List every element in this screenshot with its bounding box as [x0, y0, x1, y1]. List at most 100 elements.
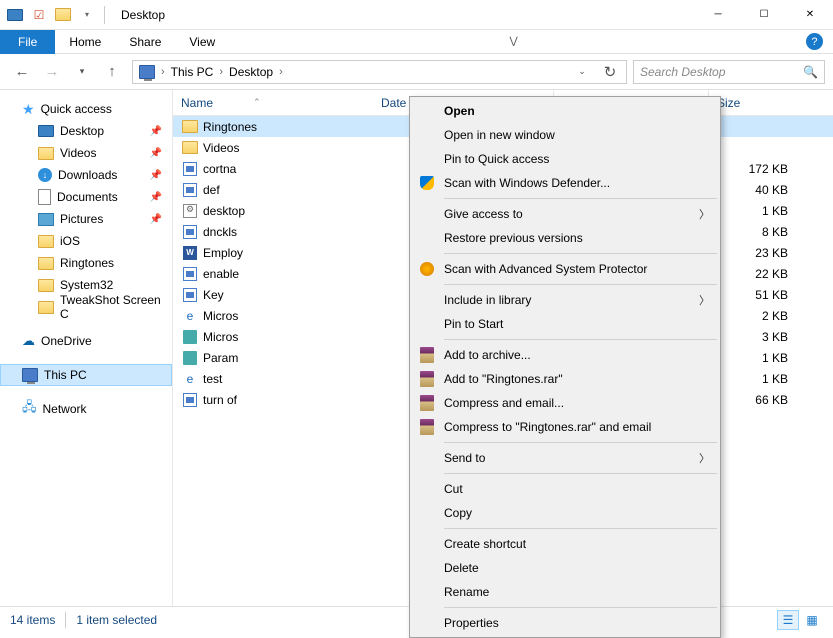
address-bar[interactable]: › This PC › Desktop › ⌄ ↻ [132, 60, 627, 84]
separator [444, 442, 717, 443]
close-button[interactable]: ✕ [787, 0, 833, 30]
cm-compress-email[interactable]: Compress and email... [412, 391, 718, 415]
search-icon[interactable]: 🔍 [803, 65, 818, 79]
sidebar-item-documents[interactable]: Documents📌 [0, 186, 172, 208]
search-input[interactable]: Search Desktop 🔍 [633, 60, 825, 84]
sidebar-onedrive[interactable]: ☁ OneDrive [0, 330, 172, 352]
file-name: Ringtones [203, 120, 373, 134]
sidebar-this-pc[interactable]: This PC [0, 364, 172, 386]
asp-icon [418, 260, 436, 278]
qat-dropdown-icon[interactable]: ▾ [76, 4, 98, 26]
file-name: turn of [203, 393, 373, 407]
separator [444, 607, 717, 608]
qat-newfolder-icon[interactable] [52, 4, 74, 26]
forward-button[interactable]: → [38, 60, 66, 84]
file-name: enable [203, 267, 373, 281]
cm-copy[interactable]: Copy [412, 501, 718, 525]
column-name[interactable]: Name⌃ [173, 96, 373, 110]
cm-pin-quick-access[interactable]: Pin to Quick access [412, 147, 718, 171]
file-icon [181, 392, 199, 408]
separator [444, 528, 717, 529]
sidebar-item-ringtones[interactable]: Ringtones [0, 252, 172, 274]
crumb-icon[interactable] [135, 65, 159, 79]
cm-delete[interactable]: Delete [412, 556, 718, 580]
cm-create-shortcut[interactable]: Create shortcut [412, 532, 718, 556]
cm-pin-start[interactable]: Pin to Start [412, 312, 718, 336]
rar-icon [418, 346, 436, 364]
chevron-right-icon: 〉 [699, 450, 710, 466]
sidebar-item-tweakshot-screen-c[interactable]: TweakShot Screen C [0, 296, 172, 318]
crumb-this-pc[interactable]: This PC [167, 65, 218, 79]
sidebar-network[interactable]: 🖧 Network [0, 398, 172, 420]
cm-scan-asp[interactable]: Scan with Advanced System Protector [412, 257, 718, 281]
sidebar-item-downloads[interactable]: ↓Downloads📌 [0, 164, 172, 186]
recent-dropdown[interactable]: ▾ [68, 60, 96, 84]
file-list-pane: Name⌃ Date modified Type Size RingtonesF… [173, 90, 833, 606]
separator [444, 473, 717, 474]
tab-view[interactable]: View [175, 30, 229, 54]
sidebar-item-ios[interactable]: iOS [0, 230, 172, 252]
view-icons-button[interactable]: ▦ [801, 610, 823, 630]
view-details-button[interactable]: ☰ [777, 610, 799, 630]
separator [444, 339, 717, 340]
cm-open[interactable]: Open [412, 99, 718, 123]
column-size[interactable]: Size [708, 90, 808, 115]
crumb-desktop[interactable]: Desktop [225, 65, 277, 79]
help-icon[interactable]: ? [806, 33, 823, 50]
qat-properties-icon[interactable]: ☑ [28, 4, 50, 26]
tab-file[interactable]: File [0, 30, 55, 54]
minimize-button[interactable]: ─ [695, 0, 741, 30]
sidebar-item-desktop[interactable]: Desktop📌 [0, 120, 172, 142]
refresh-icon[interactable]: ↻ [596, 60, 624, 84]
chevron-right-icon: 〉 [699, 206, 710, 222]
file-icon: W [181, 245, 199, 261]
cloud-icon: ☁ [22, 333, 35, 349]
cm-give-access[interactable]: Give access to〉 [412, 202, 718, 226]
cm-restore-versions[interactable]: Restore previous versions [412, 226, 718, 250]
sidebar-quick-access[interactable]: ★ Quick access [0, 98, 172, 120]
file-name: Param [203, 351, 373, 365]
pin-icon: 📌 [150, 126, 162, 137]
file-icon [181, 140, 199, 156]
cm-add-archive[interactable]: Add to archive... [412, 343, 718, 367]
rar-icon [418, 394, 436, 412]
cm-properties[interactable]: Properties [412, 611, 718, 635]
cm-rename[interactable]: Rename [412, 580, 718, 604]
cm-scan-defender[interactable]: Scan with Windows Defender... [412, 171, 718, 195]
file-icon [181, 287, 199, 303]
file-name: Micros [203, 330, 373, 344]
window-title: Desktop [113, 8, 695, 22]
cm-add-ringtones-rar[interactable]: Add to "Ringtones.rar" [412, 367, 718, 391]
chevron-right-icon[interactable]: › [159, 66, 167, 78]
back-button[interactable]: ← [8, 60, 36, 84]
up-button[interactable]: ↑ [98, 60, 126, 84]
maximize-button[interactable]: ☐ [741, 0, 787, 30]
cm-include-library[interactable]: Include in library〉 [412, 288, 718, 312]
defender-icon [418, 174, 436, 192]
file-icon: e [181, 371, 199, 387]
chevron-right-icon[interactable]: › [277, 66, 285, 78]
cm-send-to[interactable]: Send to〉 [412, 446, 718, 470]
cm-compress-rar-email[interactable]: Compress to "Ringtones.rar" and email [412, 415, 718, 439]
status-item-count: 14 items [10, 613, 55, 627]
status-selection: 1 item selected [76, 613, 157, 627]
chevron-right-icon[interactable]: › [217, 66, 225, 78]
address-dropdown-icon[interactable]: ⌄ [568, 60, 596, 84]
sidebar-item-pictures[interactable]: Pictures📌 [0, 208, 172, 230]
file-icon [181, 350, 199, 366]
separator [444, 198, 717, 199]
file-name: Videos [203, 141, 373, 155]
tab-home[interactable]: Home [55, 30, 115, 54]
sidebar-item-videos[interactable]: Videos📌 [0, 142, 172, 164]
ribbon: File Home Share View ⋁ ? [0, 30, 833, 54]
cm-cut[interactable]: Cut [412, 477, 718, 501]
file-icon [181, 203, 199, 219]
tab-share[interactable]: Share [115, 30, 175, 54]
ribbon-expand-icon[interactable]: ⋁ [509, 36, 517, 47]
sidebar: ★ Quick access Desktop📌Videos📌↓Downloads… [0, 90, 173, 606]
file-name: test [203, 372, 373, 386]
cm-open-new-window[interactable]: Open in new window [412, 123, 718, 147]
file-icon: e [181, 308, 199, 324]
file-name: dnckls [203, 225, 373, 239]
separator [444, 284, 717, 285]
